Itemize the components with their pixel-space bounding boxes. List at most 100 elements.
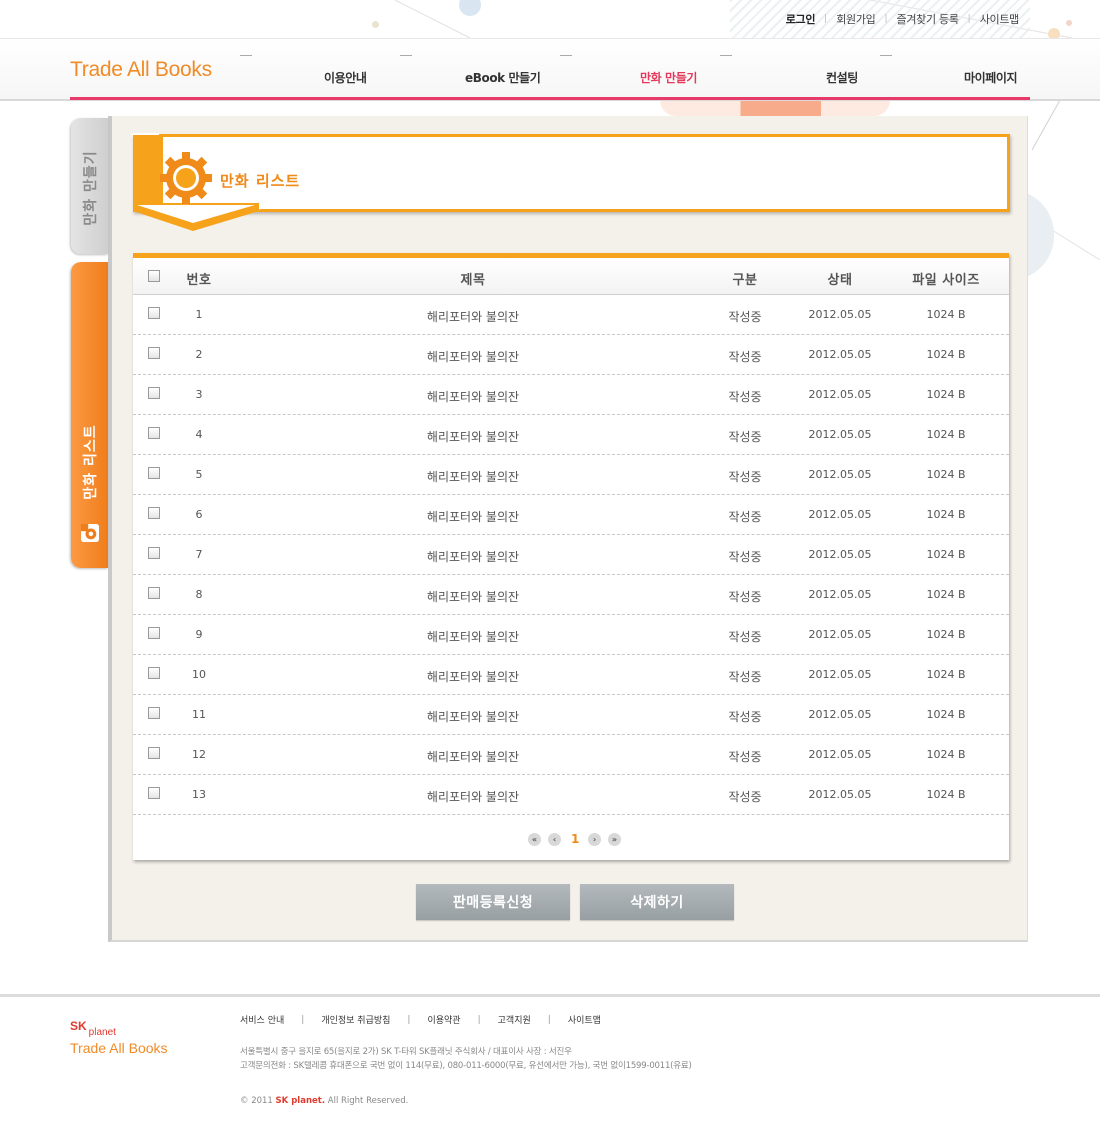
row-title[interactable]: 해리포터와 불의잔 [273,548,673,565]
row-title[interactable]: 해리포터와 불의잔 [273,668,673,685]
row-state: 2012.05.05 [808,348,872,361]
nav-item-comic[interactable]: 만화 만들기 [640,69,697,86]
table-row[interactable]: 4 해리포터와 불의잔 작성중 2012.05.05 1024 B [133,415,1009,455]
page-title: 만화 리스트 [220,172,301,190]
row-size: 1024 B [926,788,966,801]
nav-dash [720,55,732,56]
row-kind: 작성중 [728,630,762,644]
header-state[interactable]: 상태 [795,269,885,288]
double-chevron-right-icon[interactable]: » [608,833,621,846]
sitemap-link[interactable]: 사이트맵 [980,11,1020,27]
table-row[interactable]: 7 해리포터와 불의잔 작성중 2012.05.05 1024 B [133,535,1009,575]
footer-link-privacy[interactable]: 개인정보 취급방침 [321,1013,390,1026]
row-title[interactable]: 해리포터와 불의잔 [273,508,673,525]
separator: | [967,14,971,24]
side-tab-make-comic[interactable]: 만화 만들기 [71,118,108,254]
table-row[interactable]: 1 해리포터와 불의잔 작성중 2012.05.05 1024 B [133,295,1009,335]
table-row[interactable]: 2 해리포터와 불의잔 작성중 2012.05.05 1024 B [133,335,1009,375]
side-tab-comic-list[interactable]: 만화 리스트 [71,262,108,568]
nav-item-guide[interactable]: 이용안내 [324,69,367,86]
row-no: 7 [195,548,203,561]
login-link[interactable]: 로그인 [786,11,816,27]
background-dot [459,0,481,16]
chevron-right-icon[interactable]: › [588,833,601,846]
row-no: 10 [192,668,206,681]
footer-link-support[interactable]: 고객지원 [498,1013,531,1026]
join-link[interactable]: 회원가입 [836,11,876,27]
chevron-left-icon[interactable]: ‹ [548,833,561,846]
footer-link-sitemap[interactable]: 사이트맵 [568,1013,601,1026]
header-no[interactable]: 번호 [169,269,229,288]
nav-item-ebook[interactable]: eBook 만들기 [465,69,541,86]
row-checkbox[interactable] [145,547,163,562]
row-checkbox[interactable] [145,307,163,322]
row-state: 2012.05.05 [808,748,872,761]
double-chevron-left-icon[interactable]: « [528,833,541,846]
row-title[interactable]: 해리포터와 불의잔 [273,468,673,485]
row-checkbox[interactable] [145,427,163,442]
page-number-current[interactable]: 1 [571,832,579,846]
header-title[interactable]: 제목 [273,269,673,288]
row-kind: 작성중 [728,790,762,804]
select-all-checkbox[interactable] [145,270,163,286]
row-checkbox[interactable] [145,787,163,802]
table-row[interactable]: 10 해리포터와 불의잔 작성중 2012.05.05 1024 B [133,655,1009,695]
request-sale-button[interactable]: 판매등록신청 [416,884,570,920]
row-kind: 작성중 [728,750,762,764]
table-row[interactable]: 13 해리포터와 불의잔 작성중 2012.05.05 1024 B [133,775,1009,815]
footer-link-service[interactable]: 서비스 안내 [240,1013,284,1026]
row-checkbox[interactable] [145,507,163,522]
row-checkbox[interactable] [145,347,163,362]
comic-list-table: 번호 제목 구분 상태 파일 사이즈 1 해리포터와 불의잔 작성중 2012.05.… [133,253,1009,860]
bookmark-link[interactable]: 즐겨찾기 등록 [897,11,959,27]
row-no: 3 [195,388,203,401]
site-logo[interactable]: Trade All Books [70,58,212,82]
row-title[interactable]: 해리포터와 불의잔 [273,708,673,725]
row-no: 13 [192,788,206,801]
row-title[interactable]: 해리포터와 불의잔 [273,428,673,445]
footer-link-terms[interactable]: 이용약관 [427,1013,460,1026]
row-title[interactable]: 해리포터와 불의잔 [273,348,673,365]
row-title[interactable]: 해리포터와 불의잔 [273,748,673,765]
side-tab-label: 만화 리스트 [82,424,99,500]
row-no: 1 [195,308,203,321]
table-row[interactable]: 11 해리포터와 불의잔 작성중 2012.05.05 1024 B [133,695,1009,735]
row-title[interactable]: 해리포터와 불의잔 [273,308,673,325]
table-row[interactable]: 9 해리포터와 불의잔 작성중 2012.05.05 1024 B [133,615,1009,655]
row-checkbox[interactable] [145,467,163,482]
row-checkbox[interactable] [145,627,163,642]
planet-logo: planet [88,1027,116,1038]
row-title[interactable]: 해리포터와 불의잔 [273,788,673,805]
row-kind: 작성중 [728,310,762,324]
row-kind: 작성중 [728,710,762,724]
nav-dash [400,55,412,56]
row-title[interactable]: 해리포터와 불의잔 [273,388,673,405]
table-row[interactable]: 12 해리포터와 불의잔 작성중 2012.05.05 1024 B [133,735,1009,775]
table-row[interactable]: 5 해리포터와 불의잔 작성중 2012.05.05 1024 B [133,455,1009,495]
row-checkbox[interactable] [145,587,163,602]
copyright: © 2011 SK planet. All Right Reserved. [240,1096,408,1106]
row-checkbox[interactable] [145,707,163,722]
header-size[interactable]: 파일 사이즈 [895,269,997,288]
footer-links: 서비스 안내 | 개인정보 취급방침 | 이용약관 | 고객지원 | 사이트맵 [240,1013,601,1027]
row-state: 2012.05.05 [808,388,872,401]
nav-item-mypage[interactable]: 마이페이지 [964,69,1018,86]
utility-nav: 로그인 | 회원가입 | 즐겨찾기 등록 | 사이트맵 [786,11,1020,27]
row-checkbox[interactable] [145,747,163,762]
table-row[interactable]: 6 해리포터와 불의잔 작성중 2012.05.05 1024 B [133,495,1009,535]
row-no: 11 [192,708,206,721]
global-nav: Trade All Books 이용안내 eBook 만들기 만화 만들기 컨설… [0,38,1100,101]
separator: | [301,1014,305,1025]
nav-dash [560,55,572,56]
table-row[interactable]: 3 해리포터와 불의잔 작성중 2012.05.05 1024 B [133,375,1009,415]
footer-logo: Trade All Books [70,1040,168,1056]
row-title[interactable]: 해리포터와 불의잔 [273,588,673,605]
nav-item-consulting[interactable]: 컨설팅 [826,69,858,86]
row-checkbox[interactable] [145,387,163,402]
delete-button[interactable]: 삭제하기 [580,884,734,920]
row-title[interactable]: 해리포터와 불의잔 [273,628,673,645]
row-checkbox[interactable] [145,667,163,682]
footer-address: 서울특별시 중구 을지로 65(을지로 2가) SK T-타워 SK플래닛 주식… [240,1045,692,1073]
header-kind[interactable]: 구분 [705,269,785,288]
table-row[interactable]: 8 해리포터와 불의잔 작성중 2012.05.05 1024 B [133,575,1009,615]
